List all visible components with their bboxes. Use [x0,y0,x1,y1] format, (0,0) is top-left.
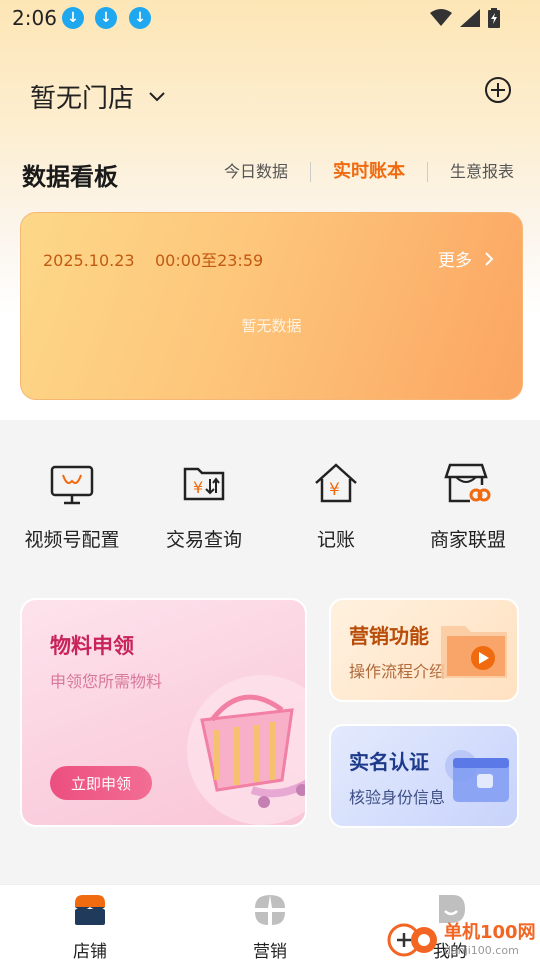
feature-video-account[interactable]: 视频号配置 [7,455,137,552]
nav-store[interactable]: 店铺 [30,893,150,960]
store-icon [75,895,105,925]
feature-label: 商家联盟 [429,529,506,551]
watermark-url: danji100.com [444,944,519,957]
shopping-basket-illustration [187,675,305,825]
empty-state-text: 暂无数据 [241,317,302,335]
apply-now-button[interactable]: 立即申领 [50,766,152,800]
marketing-icon [255,895,285,925]
wifi-icon [430,9,452,26]
dashboard-tabs: 今日数据 实时账本 生意报表 [202,160,516,184]
chevron-down-icon [149,91,165,101]
dashboard-title: 数据看板 [22,163,118,191]
feature-label: 记账 [316,529,355,551]
nav-marketing[interactable]: 营销 [210,893,330,960]
feature-bookkeeping[interactable]: ¥ 记账 [271,455,401,552]
promo-title: 营销功能 [349,624,429,648]
signal-icon [460,9,480,27]
store-name: 暂无门店 [30,84,135,114]
tab-today-data[interactable]: 今日数据 [202,160,310,184]
promo-verify-card[interactable]: 实名认证 核验身份信息 [329,724,519,828]
battery-icon [488,8,500,28]
svg-text:¥: ¥ [193,478,203,497]
more-button[interactable]: 更多 [438,246,494,271]
promo-subtitle: 操作流程介绍 [349,662,446,681]
more-label: 更多 [438,251,472,271]
promo-marketing-card[interactable]: 营销功能 操作流程介绍 [329,598,519,702]
promo-subtitle: 核验身份信息 [349,788,446,807]
watermark-logo [387,923,437,957]
chevron-right-icon [485,251,494,266]
watermark: 单机100网 danji100.com [386,914,536,960]
download-icon: ↓ [95,7,117,29]
status-time: 2:06 [12,6,57,30]
nav-label: 店铺 [73,942,107,960]
house-yen-icon: ¥ [315,463,357,503]
promo-title: 实名认证 [349,750,429,774]
folder-play-icon [441,626,507,678]
nav-label: 营销 [253,942,287,960]
tab-realtime-ledger[interactable]: 实时账本 [311,160,427,184]
promo-title: 物料申领 [50,634,134,658]
id-card-icon [445,750,509,802]
download-icon: ↓ [129,7,151,29]
transaction-folder-icon: ¥ [183,467,225,501]
card-date-range: 2025.10.23 00:00至23:59 [43,251,264,270]
video-account-icon [50,465,94,505]
promo-subtitle: 申领您所需物料 [50,672,163,691]
feature-label: 交易查询 [165,529,242,551]
feature-label: 视频号配置 [24,529,120,551]
store-alliance-icon [444,463,491,503]
data-card: 2025.10.23 00:00至23:59 更多 暂无数据 [20,212,523,400]
feature-grid: 视频号配置 ¥ 交易查询 ¥ 记账 商家联盟 [0,455,540,555]
download-icon: ↓ [62,7,84,29]
tab-business-report[interactable]: 生意报表 [428,160,516,184]
svg-text:¥: ¥ [329,480,340,500]
feature-merchant-alliance[interactable]: 商家联盟 [403,455,533,552]
promo-materials-card[interactable]: 物料申领 申领您所需物料 立即申领 [20,598,307,827]
add-store-button[interactable] [484,76,512,104]
feature-transaction-query[interactable]: ¥ 交易查询 [139,455,269,552]
store-selector[interactable]: 暂无门店 [30,78,166,115]
watermark-text: 单机100网 [444,922,536,943]
status-bar: 2:06 ↓ ↓ ↓ [0,0,540,36]
